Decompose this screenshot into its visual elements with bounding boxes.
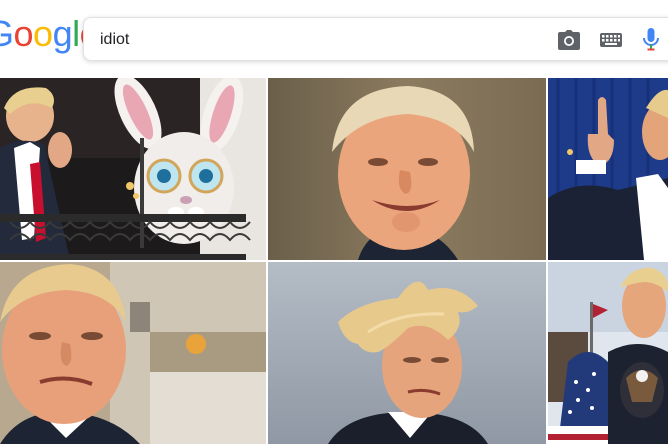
search-by-image-button[interactable] <box>557 28 581 52</box>
image-search-page: Google <box>0 0 668 444</box>
image-results-grid <box>0 78 668 444</box>
search-box[interactable] <box>83 17 668 61</box>
result-thumbnail-4 <box>0 262 266 444</box>
result-thumbnail-2 <box>268 78 546 260</box>
search-input[interactable] <box>100 28 520 52</box>
image-result-1[interactable] <box>0 78 266 260</box>
logo-letter-g-partial: G <box>0 14 14 54</box>
image-result-6[interactable] <box>548 262 668 444</box>
camera-icon <box>558 30 580 50</box>
keyboard-icon <box>600 33 622 47</box>
logo-letter-3: l <box>72 13 80 54</box>
logo-letter-2: g <box>52 13 73 54</box>
result-thumbnail-1 <box>0 78 266 260</box>
result-thumbnail-6 <box>548 262 668 444</box>
image-result-3[interactable] <box>548 78 668 260</box>
image-result-5[interactable] <box>268 262 546 444</box>
voice-search-button[interactable] <box>639 28 663 52</box>
mic-icon <box>643 28 659 51</box>
virtual-keyboard-button[interactable] <box>599 28 623 52</box>
result-thumbnail-5 <box>268 262 546 444</box>
image-result-2[interactable] <box>268 78 546 260</box>
logo-letter-0: o <box>13 13 34 54</box>
search-header: Google <box>0 0 668 78</box>
image-result-4[interactable] <box>0 262 266 444</box>
result-thumbnail-3 <box>548 78 668 260</box>
logo-letter-1: o <box>33 13 53 54</box>
